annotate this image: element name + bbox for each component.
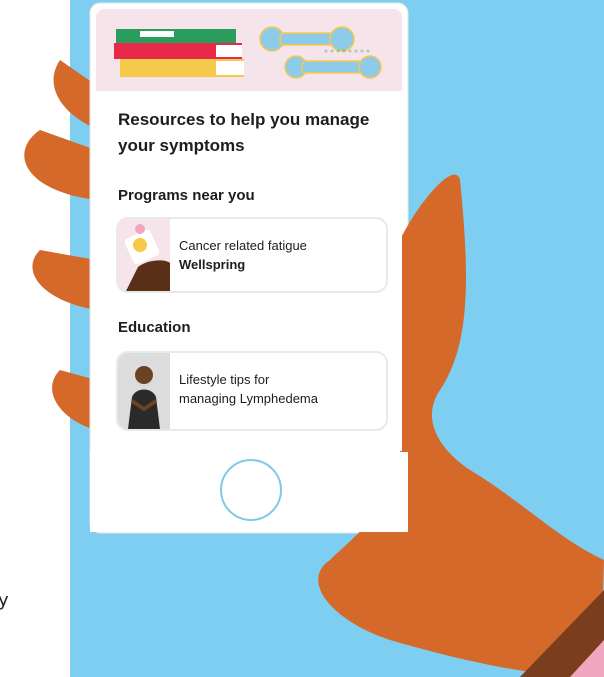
card-2-title: Lifestyle tips for [179, 372, 270, 387]
section-education-label: Education [118, 319, 191, 336]
phone-bottom-bezel [90, 452, 408, 532]
page-headline: Resources to help you manage your sympto… [118, 110, 370, 155]
card-1-title: Cancer related fatigue [179, 238, 307, 253]
home-button[interactable] [220, 459, 282, 521]
card-2-subtitle: managing Lymphedema [179, 391, 318, 406]
illustration-stage: y Resources to help you manage your symp… [0, 0, 604, 677]
card-cancer-fatigue[interactable]: Cancer related fatigue Wellspring [116, 217, 388, 293]
finger-4 [52, 370, 96, 430]
card-1-subtitle: Wellspring [179, 257, 246, 272]
finger-3 [32, 250, 96, 310]
hand-holding-pill-illustration [118, 219, 170, 291]
woman-meditating-photo [118, 353, 170, 429]
books-and-dumbbells-illustration [114, 26, 382, 79]
section-programs-label: Programs near you [118, 187, 255, 204]
banner [96, 9, 402, 91]
card-lymphedema[interactable]: Lifestyle tips for managing Lymphedema [116, 351, 388, 431]
phone-screen: Resources to help you manage your sympto… [96, 9, 402, 451]
finger-2 [24, 130, 96, 200]
